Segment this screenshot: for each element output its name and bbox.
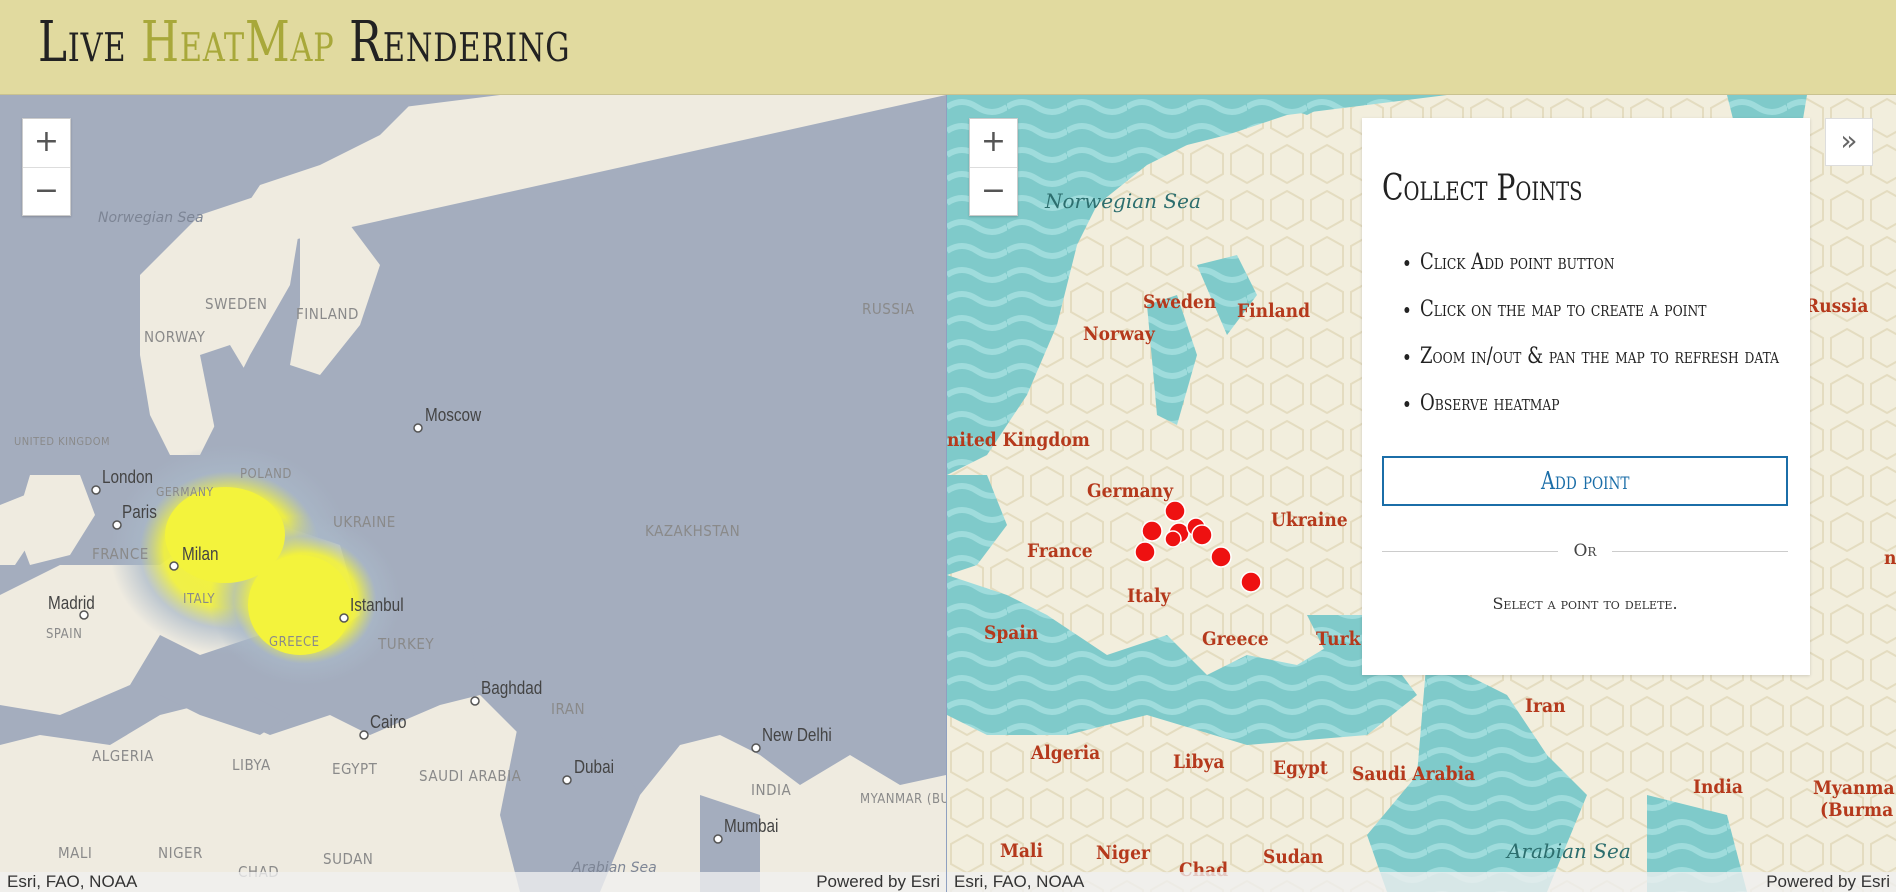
city-label: Istanbul: [350, 595, 404, 615]
title-part-2: Rendering: [334, 10, 571, 75]
city-label: Paris: [122, 502, 157, 522]
sea-label: Norwegian Sea: [1045, 189, 1201, 213]
heatmap-view[interactable]: + − Norwegian Sea Arabian Sea SWEDEN FIN…: [0, 95, 946, 892]
list-item: Click on the map to create a point: [1420, 295, 1779, 342]
country-label: nited Kingdom: [947, 429, 1090, 451]
country-label: GERMANY: [156, 485, 214, 499]
left-zoom-control: + −: [22, 118, 71, 216]
powered-by-link[interactable]: Powered by Esri: [1766, 872, 1890, 892]
powered-by-link[interactable]: Powered by Esri: [816, 872, 940, 892]
city-label: Dubai: [574, 757, 614, 777]
country-label: UKRAINE: [333, 513, 396, 531]
app-title: Live HeatMap Rendering: [38, 10, 570, 75]
country-label: Libya: [1173, 751, 1225, 773]
country-label: SPAIN: [46, 627, 83, 642]
sea-label: Arabian Sea: [1507, 839, 1631, 863]
collapse-panel-button[interactable]: »: [1825, 118, 1873, 166]
country-label: KAZAKHSTAN: [645, 522, 741, 540]
country-label: POLAND: [240, 467, 292, 482]
country-label: UNITED KINGDOM: [14, 435, 111, 448]
country-label: RUSSIA: [862, 300, 915, 318]
country-label: IRAN: [551, 700, 586, 718]
country-label: Italy: [1127, 585, 1171, 607]
right-zoom-in-button[interactable]: +: [970, 119, 1017, 167]
collect-points-panel: Collect Points Click Add point button Cl…: [1362, 118, 1810, 675]
city-label: London: [102, 467, 154, 487]
country-label: Germany: [1087, 480, 1174, 502]
country-label: Myanma: [1813, 777, 1895, 799]
city-label: Baghdad: [481, 678, 543, 698]
right-zoom-control: + −: [969, 118, 1018, 216]
country-label: SWEDEN: [205, 295, 268, 313]
country-label: TURKEY: [378, 635, 435, 653]
left-attribution: Esri, FAO, NOAA Powered by Esri: [0, 872, 946, 892]
country-label: (Burma: [1820, 799, 1894, 821]
country-label: INDIA: [751, 781, 792, 799]
list-item: Zoom in/out & pan the map to refresh dat…: [1420, 342, 1779, 389]
country-label: Ukraine: [1271, 509, 1348, 531]
attribution-text: Esri, FAO, NOAA: [7, 872, 138, 891]
country-label: Egypt: [1273, 757, 1328, 779]
country-label: Norway: [1083, 323, 1155, 345]
left-zoom-in-button[interactable]: +: [23, 119, 70, 167]
country-label: ALGERIA: [92, 747, 154, 765]
attribution-text: Esri, FAO, NOAA: [954, 872, 1085, 891]
country-label: GREECE: [269, 635, 320, 650]
add-point-button-label: Add point: [1540, 467, 1630, 495]
city-label: Moscow: [425, 405, 482, 425]
country-label: LIBYA: [232, 756, 271, 774]
country-label: EGYPT: [332, 760, 378, 778]
country-label: MALI: [58, 844, 93, 862]
title-highlight: HeatMap: [140, 10, 335, 75]
sea-label: Norwegian Sea: [98, 210, 204, 226]
add-point-button[interactable]: Add point: [1382, 456, 1788, 506]
country-label: Algeria: [1031, 742, 1101, 764]
country-label: Spain: [984, 622, 1039, 644]
country-label: NIGER: [158, 844, 203, 862]
country-label: Niger: [1096, 842, 1150, 864]
right-attribution: Esri, FAO, NOAA Powered by Esri: [947, 872, 1896, 892]
country-label: Sweden: [1143, 291, 1217, 313]
country-label: FRANCE: [92, 545, 149, 563]
list-item: Click Add point button: [1420, 248, 1779, 295]
country-label: SAUDI ARABIA: [419, 767, 522, 785]
country-label: Saudi Arabia: [1352, 763, 1476, 785]
or-divider: Or: [1382, 536, 1788, 566]
country-label: Sudan: [1263, 846, 1324, 868]
title-part-1: Live: [38, 10, 141, 75]
country-label: SUDAN: [323, 850, 374, 868]
double-chevron-right-icon: »: [1840, 124, 1858, 157]
right-zoom-out-button[interactable]: −: [970, 167, 1017, 215]
country-label: Greece: [1202, 628, 1269, 650]
country-label: Finland: [1237, 300, 1311, 322]
city-label: Madrid: [48, 593, 95, 613]
country-label: NORWAY: [144, 328, 206, 346]
panel-title: Collect Points: [1382, 168, 1583, 209]
list-item: Observe heatmap: [1420, 389, 1779, 436]
city-label: Cairo: [370, 712, 407, 732]
city-label: Milan: [182, 544, 219, 564]
country-label: Turk: [1316, 628, 1361, 650]
app-header: Live HeatMap Rendering: [0, 0, 1896, 95]
country-label: Mali: [1000, 840, 1044, 862]
country-label: France: [1027, 540, 1093, 562]
country-label: MYANMAR (BUR: [860, 792, 946, 807]
divider-line: [1612, 551, 1788, 552]
country-label: FINLAND: [296, 305, 359, 323]
instruction-list: Click Add point button Click on the map …: [1420, 248, 1858, 436]
city-label: New Delhi: [762, 725, 832, 745]
country-label: ITALY: [183, 592, 216, 607]
city-label: Mumbai: [724, 816, 779, 836]
delete-hint: Select a point to delete.: [1492, 594, 1678, 613]
country-label: India: [1693, 776, 1743, 798]
left-zoom-out-button[interactable]: −: [23, 167, 70, 215]
country-label: n: [1884, 547, 1896, 569]
country-label: Iran: [1525, 695, 1566, 717]
